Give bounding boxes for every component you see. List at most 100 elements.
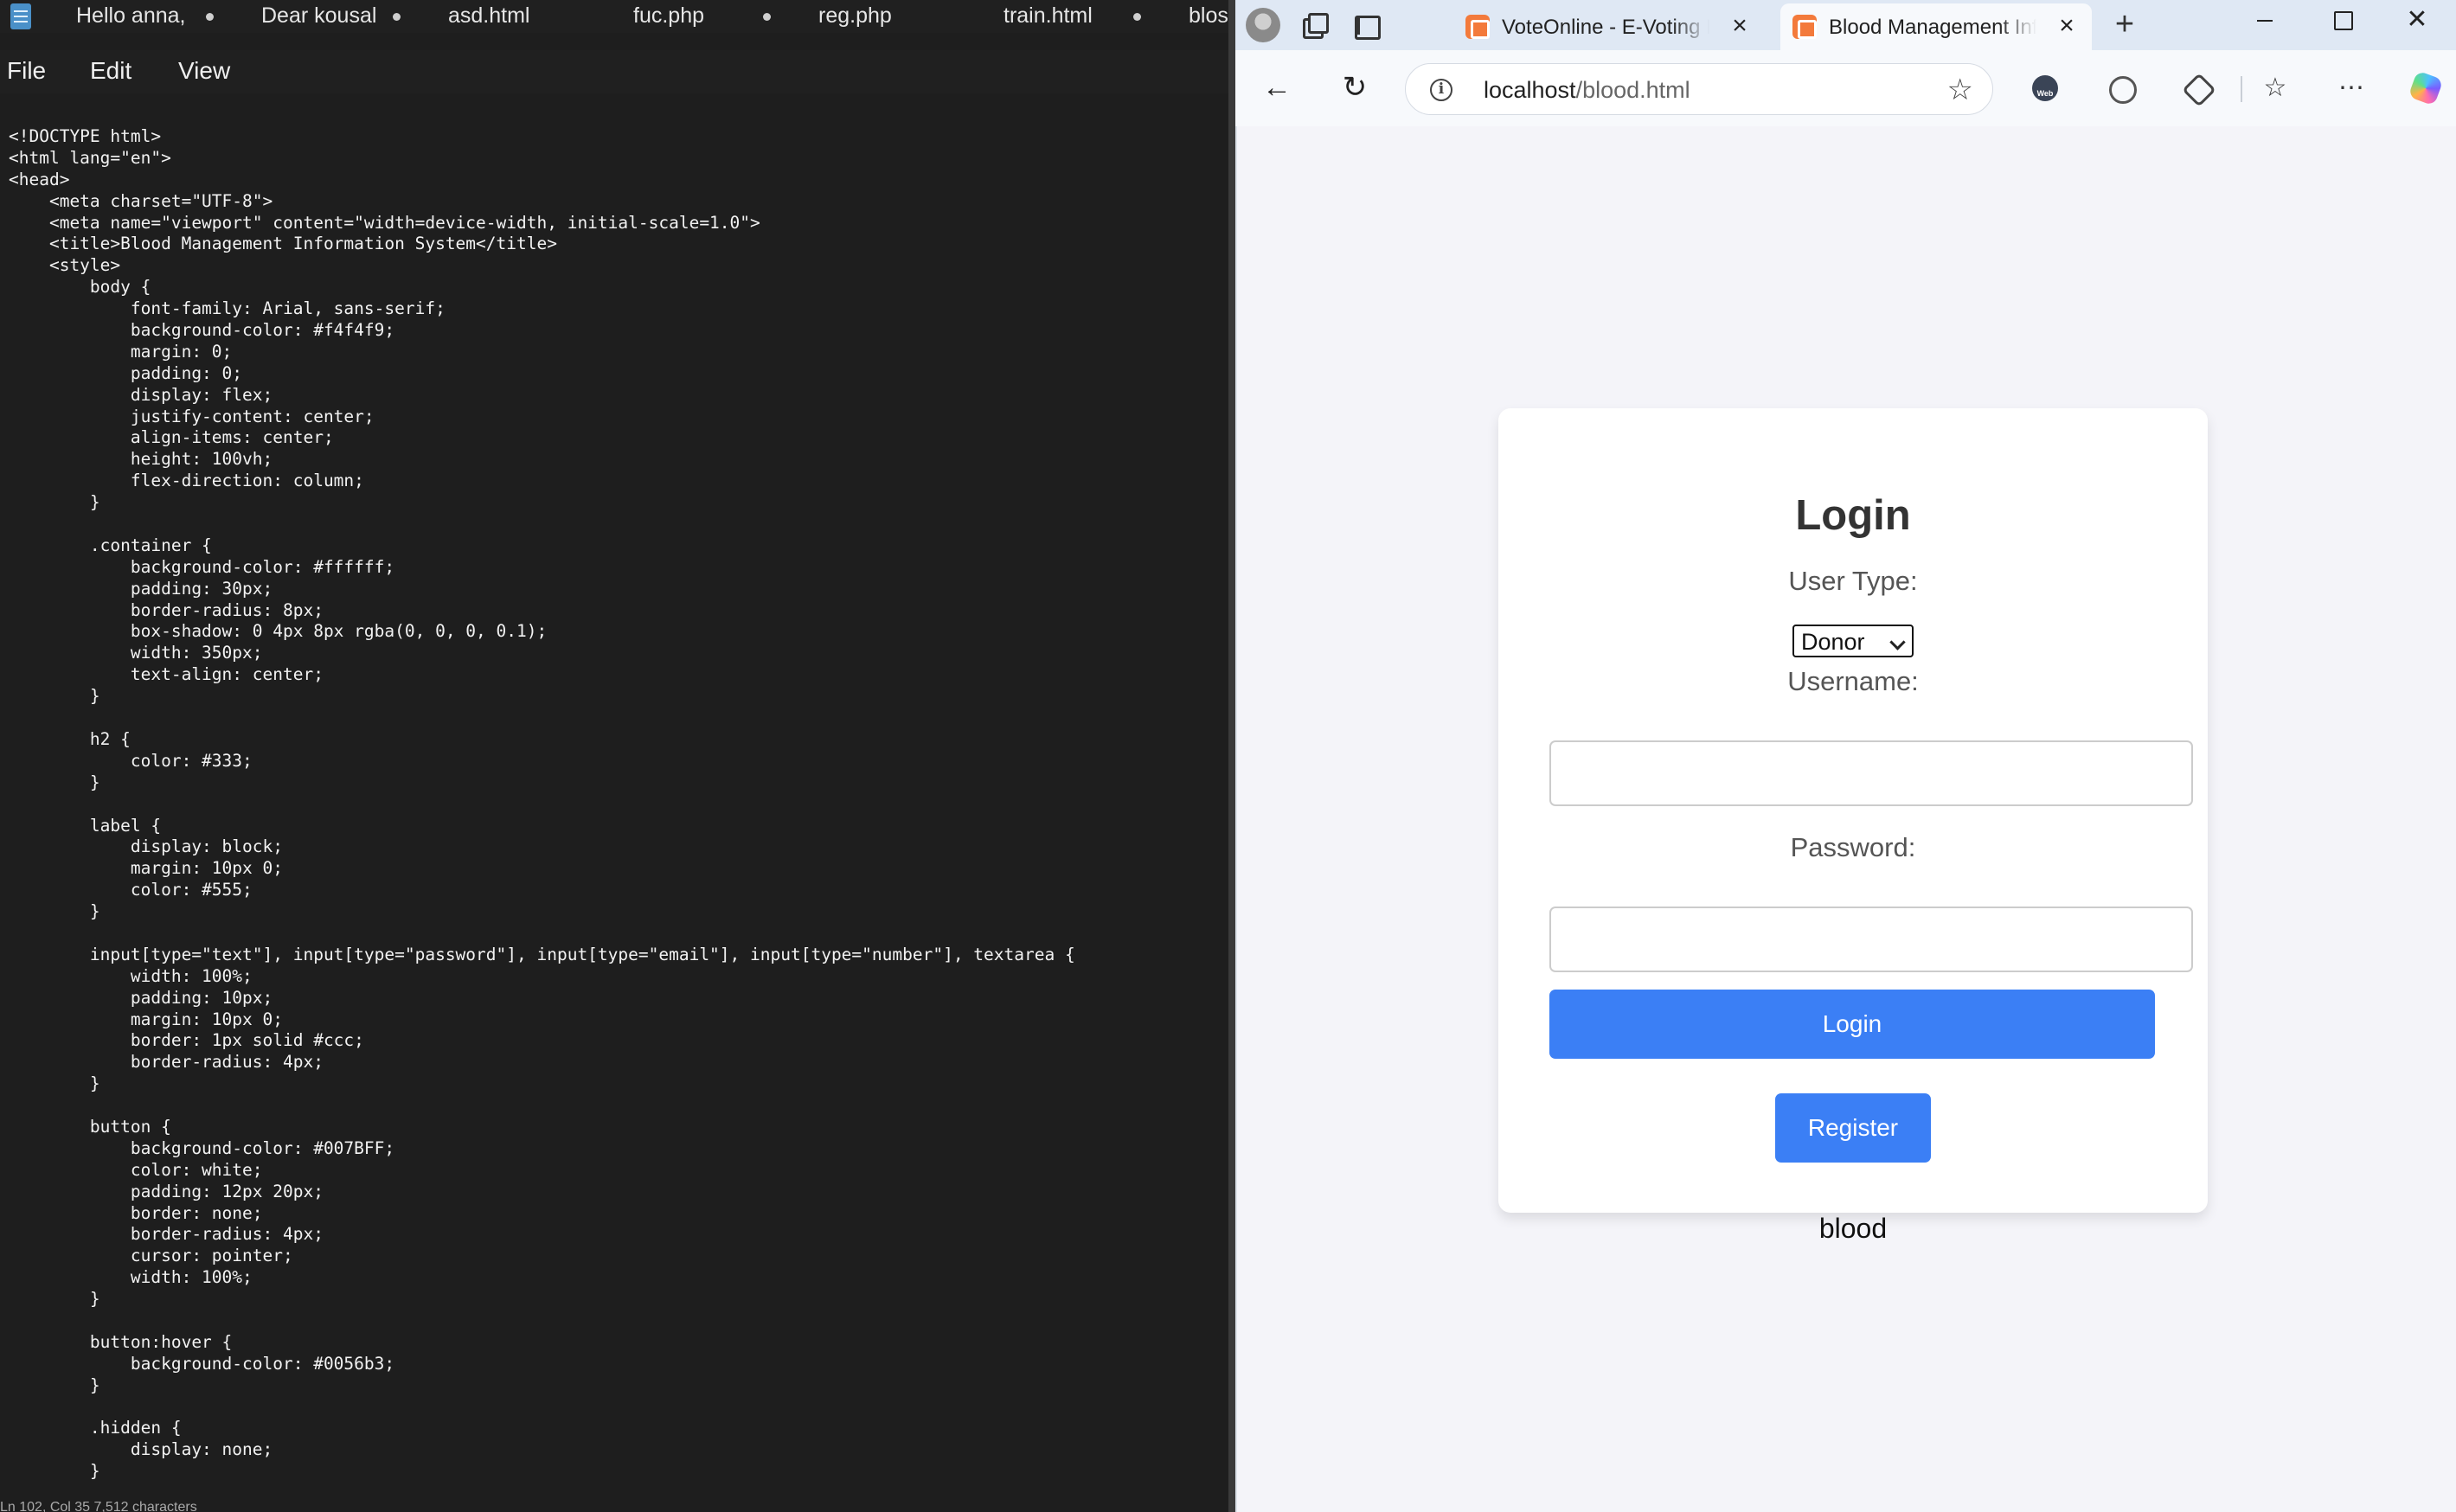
- editor-tab[interactable]: blos: [1189, 0, 1228, 33]
- code-line: color: white;: [9, 1159, 263, 1180]
- browser-tab-active[interactable]: Blood Management Inf ×: [1780, 3, 2092, 50]
- xampp-icon: [1792, 15, 1817, 39]
- page-title: Login: [1795, 492, 1911, 539]
- code-line: <meta charset="UTF-8">: [9, 190, 273, 211]
- code-line: border: 1px solid #ccc;: [9, 1030, 364, 1051]
- code-line: margin: 10px 0;: [9, 858, 283, 879]
- code-line: border-radius: 8px;: [9, 599, 324, 620]
- browser-tab[interactable]: VoteOnline - E-Voting P ×: [1453, 3, 1765, 50]
- code-line: display: none;: [9, 1439, 273, 1460]
- chevron-down-icon: [1889, 634, 1906, 650]
- code-line: border: none;: [9, 1202, 263, 1223]
- code-editor[interactable]: <!DOCTYPE html> <html lang="en"> <head> <m…: [9, 126, 1220, 1483]
- unsaved-dot-icon: [393, 13, 401, 21]
- menu-view[interactable]: View: [178, 57, 230, 85]
- extensions-puzzle-icon[interactable]: [2178, 69, 2216, 107]
- page-viewport: Login User Type: Donor Username: Passwor…: [1235, 126, 2456, 1512]
- code-line: button {: [9, 1116, 171, 1137]
- login-container: Login User Type: Donor Username: Passwor…: [1498, 408, 2208, 1213]
- code-line: align-items: center;: [9, 427, 334, 448]
- favorite-star-icon[interactable]: ☆: [1947, 73, 1973, 107]
- unsaved-dot-icon: [1133, 13, 1141, 21]
- code-line: color: #555;: [9, 880, 253, 900]
- register-button[interactable]: Register: [1775, 1093, 1931, 1163]
- code-line: <style>: [9, 255, 121, 276]
- code-line: h2 {: [9, 728, 131, 749]
- code-line: }: [9, 1289, 100, 1310]
- code-line: background-color: #0056b3;: [9, 1353, 395, 1374]
- username-input[interactable]: [1549, 740, 2193, 806]
- code-line: <!DOCTYPE html>: [9, 126, 162, 146]
- menu-edit[interactable]: Edit: [90, 57, 131, 85]
- editor-tab-bar: Hello anna, Dear kousal asd.html fuc.php…: [0, 0, 1228, 33]
- browser-tab-title: Blood Management Inf: [1829, 16, 2036, 39]
- code-line: margin: 10px 0;: [9, 1009, 283, 1029]
- code-line: width: 350px;: [9, 643, 263, 663]
- browser-tab-title: VoteOnline - E-Voting P: [1502, 16, 1709, 39]
- code-line: <html lang="en">: [9, 147, 171, 168]
- code-line: background-color: #007BFF;: [9, 1137, 395, 1158]
- address-bar[interactable]: i localhost/blood.html ☆: [1405, 63, 1993, 115]
- close-tab-icon[interactable]: ×: [1725, 12, 1754, 42]
- editor-tab[interactable]: reg.php: [818, 0, 892, 33]
- code-line: <head>: [9, 169, 70, 189]
- new-tab-icon[interactable]: +: [2107, 8, 2142, 42]
- user-type-selected-value: Donor: [1801, 629, 1865, 655]
- editor-tab[interactable]: fuc.php: [633, 0, 771, 33]
- close-tab-icon[interactable]: ×: [2052, 12, 2081, 42]
- favorites-icon[interactable]: ☆: [2256, 69, 2294, 107]
- code-line: <meta name="viewport" content="width=dev…: [9, 212, 760, 233]
- editor-tab[interactable]: asd.html: [448, 0, 529, 33]
- editor-tab-label: Dear kousal: [261, 3, 377, 28]
- editor-tab-label: asd.html: [448, 3, 530, 28]
- code-line: text-align: center;: [9, 664, 324, 685]
- code-line: }: [9, 1073, 100, 1094]
- code-line: color: #333;: [9, 750, 253, 771]
- code-line: padding: 12px 20px;: [9, 1181, 324, 1201]
- editor-tab-label: Hello anna,: [76, 3, 186, 28]
- code-line: padding: 10px;: [9, 987, 273, 1008]
- login-button[interactable]: Login: [1549, 990, 2155, 1059]
- toolbar-separator: [2241, 76, 2242, 102]
- editor-tab[interactable]: Hello anna,: [76, 0, 214, 33]
- browser-title-bar: VoteOnline - E-Voting P × Blood Manageme…: [1235, 0, 2456, 50]
- code-line: width: 100%;: [9, 1267, 253, 1288]
- editor-tab[interactable]: train.html: [1004, 0, 1141, 33]
- editor-tab-label: reg.php: [818, 3, 892, 28]
- notepad-window: Hello anna, Dear kousal asd.html fuc.php…: [0, 0, 1228, 1512]
- copilot-icon[interactable]: [2407, 69, 2445, 107]
- code-line: input[type="text"], input[type="password…: [9, 944, 1075, 964]
- vertical-tabs-icon[interactable]: [1348, 8, 1382, 42]
- window-close-icon[interactable]: ✕: [2378, 0, 2456, 42]
- refresh-icon[interactable]: ↻: [1336, 69, 1374, 107]
- code-line: flex-direction: column;: [9, 471, 364, 491]
- user-type-select[interactable]: Donor: [1792, 625, 1914, 657]
- minimize-icon[interactable]: [2224, 0, 2302, 42]
- more-options-icon[interactable]: ⋯: [2332, 69, 2370, 107]
- username-label: Username:: [1787, 666, 1919, 696]
- url-path: /blood.html: [1575, 77, 1690, 103]
- code-line: display: flex;: [9, 384, 273, 405]
- menu-file[interactable]: File: [7, 57, 46, 85]
- editor-tab-label: blos: [1189, 3, 1228, 28]
- code-line: }: [9, 686, 100, 707]
- code-line: padding: 0;: [9, 362, 243, 383]
- code-line: box-shadow: 0 4px 8px rgba(0, 0, 0, 0.1)…: [9, 621, 548, 642]
- site-info-icon[interactable]: i: [1430, 79, 1452, 101]
- maximize-icon[interactable]: [2302, 0, 2380, 42]
- code-line: background-color: #f4f4f9;: [9, 320, 395, 341]
- password-input[interactable]: [1549, 907, 2193, 972]
- profile-avatar-icon[interactable]: [1246, 8, 1280, 42]
- grammarly-extension-icon[interactable]: [2102, 69, 2140, 107]
- editor-tab[interactable]: Dear kousal: [261, 0, 401, 33]
- back-arrow-icon[interactable]: ←: [1258, 69, 1296, 107]
- web-extension-icon[interactable]: Web: [2026, 69, 2064, 107]
- code-line: }: [9, 1374, 100, 1395]
- editor-status-bar: Ln 102, Col 35 7,512 characters: [0, 1500, 197, 1512]
- code-line: label {: [9, 815, 162, 836]
- workspaces-icon[interactable]: [1296, 8, 1331, 42]
- user-type-label: User Type:: [1788, 566, 1918, 596]
